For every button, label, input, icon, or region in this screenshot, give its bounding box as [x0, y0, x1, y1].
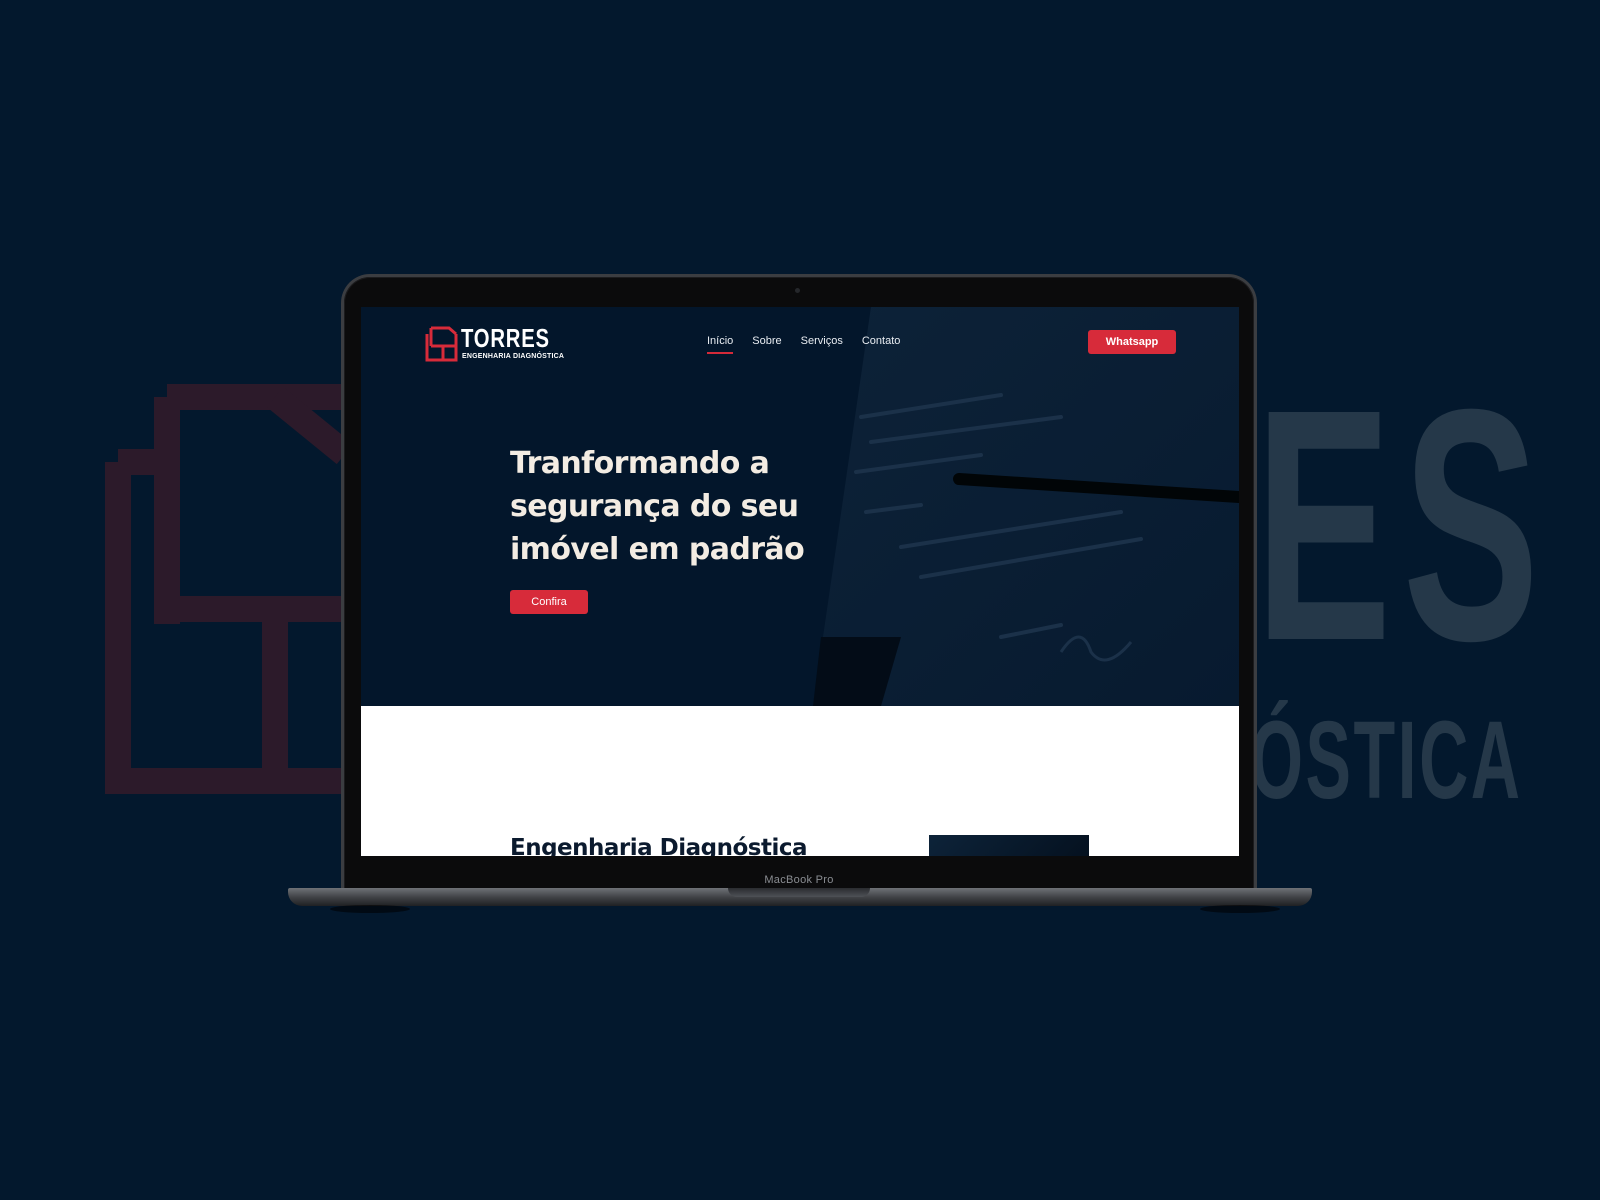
main-navigation: Início Sobre Serviços Contato — [707, 335, 919, 354]
background-wordmark: ES — [1255, 340, 1551, 709]
nav-item-inicio[interactable]: Início — [707, 335, 734, 354]
section-image — [929, 835, 1089, 856]
laptop-foot-left — [330, 905, 410, 913]
brand-name: TORRES — [461, 323, 550, 353]
nav-item-sobre[interactable]: Sobre — [752, 335, 781, 347]
background-tagline: ÓSTICA — [1250, 699, 1523, 822]
section-title: Engenharia Diagnóstica — [510, 835, 808, 856]
hero-title: Tranformando a segurança do seu imóvel e… — [510, 446, 805, 567]
laptop-base — [288, 888, 1312, 906]
nav-item-servicos[interactable]: Serviços — [801, 335, 843, 347]
camera-dot — [795, 288, 800, 293]
nav-item-contato[interactable]: Contato — [862, 335, 901, 347]
laptop-foot-right — [1200, 905, 1280, 913]
device-model-label: MacBook Pro — [764, 874, 834, 886]
house-logo-icon — [425, 326, 458, 362]
confira-button[interactable]: Confira — [510, 590, 588, 614]
brand-subtitle: ENGENHARIA DIAGNÓSTICA — [462, 353, 565, 360]
brand-logo[interactable]: TORRES ENGENHARIA DIAGNÓSTICA — [425, 324, 564, 364]
whatsapp-button[interactable]: Whatsapp — [1088, 330, 1176, 354]
laptop-opening-notch — [728, 888, 870, 897]
background-logo-watermark — [105, 384, 345, 794]
hero-section: TORRES ENGENHARIA DIAGNÓSTICA Início Sob… — [361, 307, 1239, 706]
laptop-screen: TORRES ENGENHARIA DIAGNÓSTICA Início Sob… — [361, 307, 1239, 856]
